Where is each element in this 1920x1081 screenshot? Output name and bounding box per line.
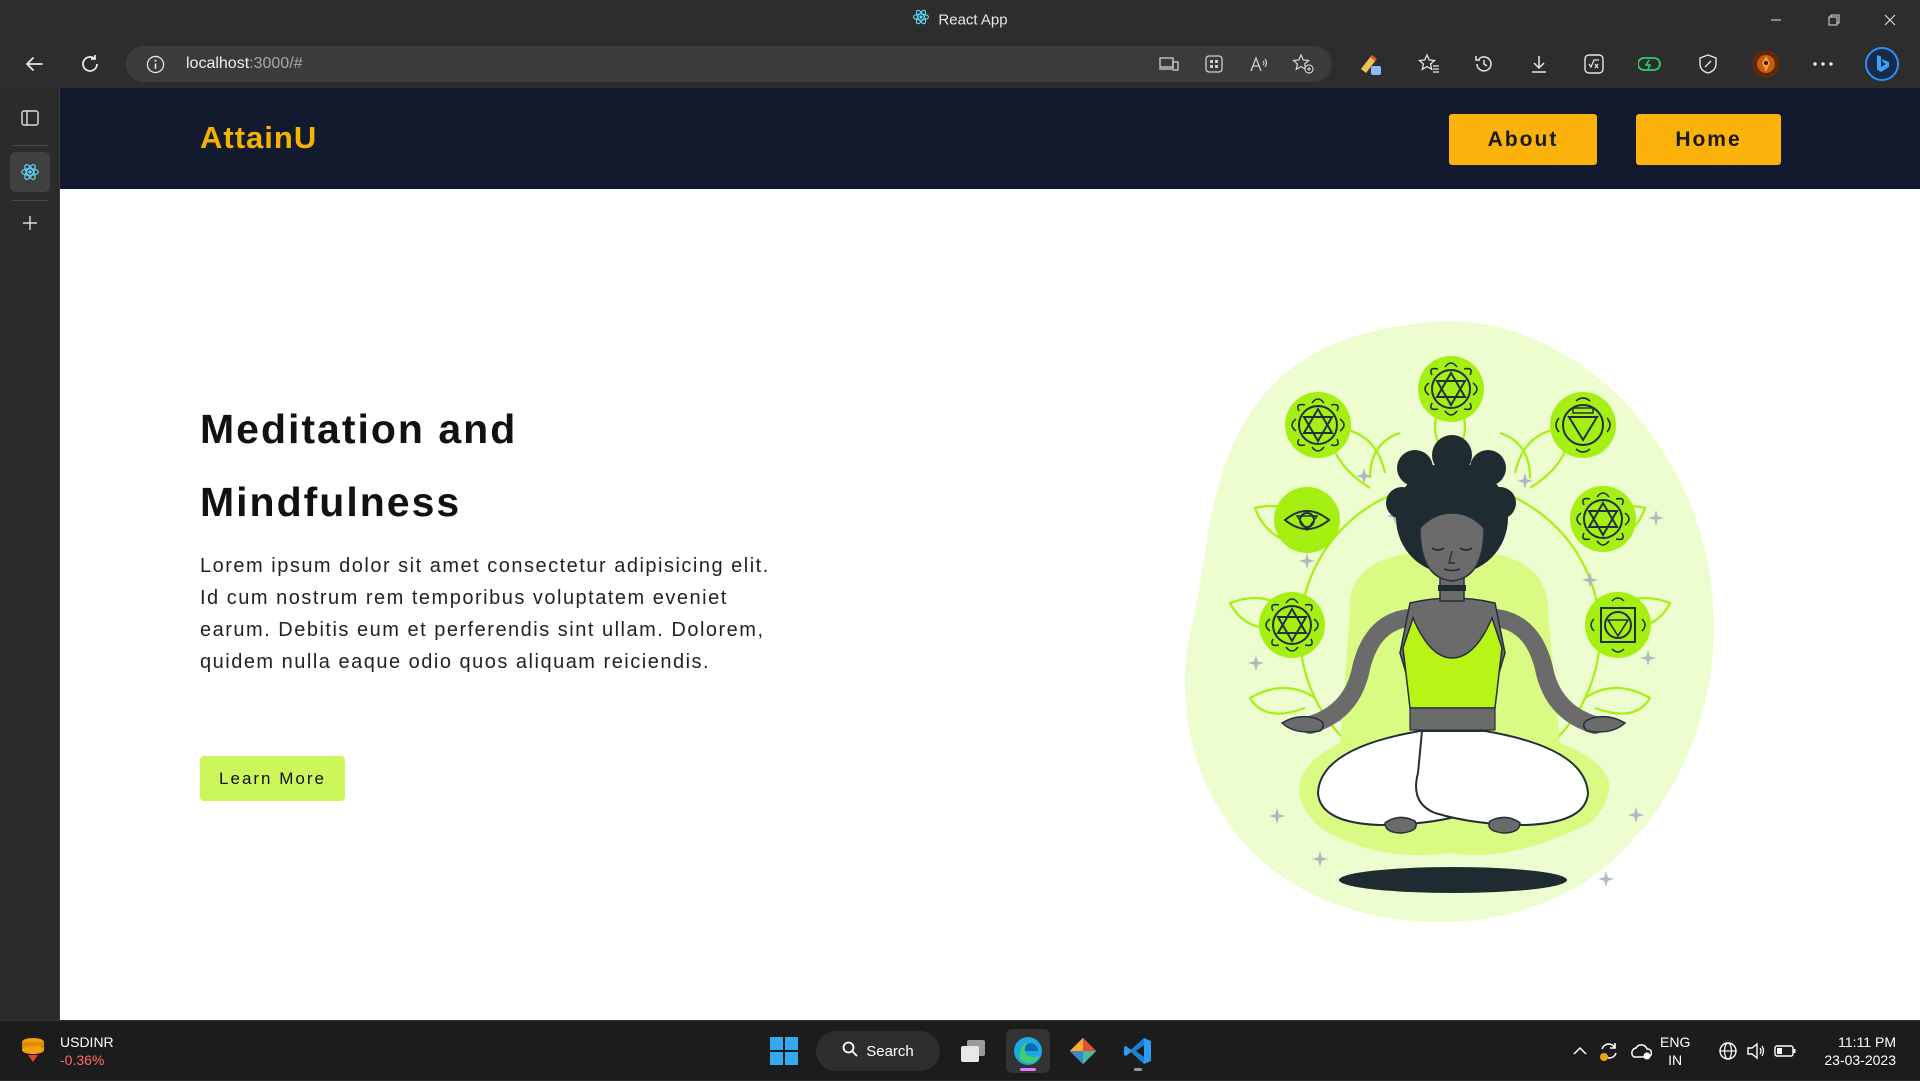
refresh-button[interactable] bbox=[72, 46, 108, 82]
window-title: React App bbox=[0, 8, 1920, 30]
address-bar[interactable]: localhost:3000/# bbox=[126, 46, 1332, 82]
show-hidden-icons[interactable] bbox=[1568, 1021, 1592, 1081]
minimize-button[interactable] bbox=[1748, 0, 1804, 40]
git-kraken-icon[interactable] bbox=[1061, 1029, 1105, 1073]
url-host: localhost bbox=[186, 55, 250, 72]
learn-more-button[interactable]: Learn More bbox=[200, 756, 345, 801]
vscode-icon[interactable] bbox=[1116, 1029, 1160, 1073]
search-icon bbox=[842, 1041, 858, 1061]
browser-toolbar: localhost:3000/# bbox=[0, 40, 1920, 88]
about-button[interactable]: About bbox=[1449, 114, 1597, 165]
region-code: IN bbox=[1668, 1052, 1683, 1068]
stock-widget[interactable]: USDINR -0.36% bbox=[18, 1031, 114, 1071]
language-code: ENG bbox=[1660, 1034, 1691, 1050]
edge-taskbar-icon[interactable] bbox=[1006, 1029, 1050, 1073]
info-icon[interactable] bbox=[146, 55, 165, 79]
tab-react-app[interactable] bbox=[10, 152, 50, 192]
add-favorite-icon[interactable] bbox=[1292, 54, 1314, 74]
volume-icon[interactable] bbox=[1744, 1021, 1768, 1081]
vertical-side-rail bbox=[0, 88, 60, 1020]
tab-actions-icon[interactable] bbox=[10, 98, 50, 138]
hero-title: Meditation and Mindfulness bbox=[200, 406, 518, 525]
math-solver-icon[interactable] bbox=[1576, 46, 1612, 82]
restore-button[interactable] bbox=[1806, 0, 1862, 40]
sync-icon[interactable] bbox=[1596, 1021, 1622, 1081]
history-icon[interactable] bbox=[1466, 46, 1502, 82]
clock-date: 23-03-2023 bbox=[1824, 1052, 1896, 1068]
battery-icon[interactable] bbox=[1772, 1021, 1798, 1081]
favorites-icon[interactable] bbox=[1411, 46, 1447, 82]
bing-copilot-icon[interactable] bbox=[1864, 46, 1900, 82]
network-globe-icon[interactable] bbox=[1716, 1021, 1740, 1081]
hero-description: Lorem ipsum dolor sit amet consectetur a… bbox=[200, 555, 770, 673]
react-icon bbox=[912, 8, 930, 30]
system-clock[interactable]: 11:11 PM 23-03-2023 bbox=[1808, 1033, 1896, 1069]
read-aloud-icon[interactable] bbox=[1248, 54, 1270, 74]
title-bar: React App bbox=[0, 0, 1920, 40]
close-button[interactable] bbox=[1862, 0, 1918, 40]
browser-essentials-icon[interactable] bbox=[1690, 46, 1726, 82]
url-path: :3000/# bbox=[249, 55, 303, 72]
meditation-illustration bbox=[1185, 321, 1714, 923]
input-language[interactable]: ENG IN bbox=[1660, 1033, 1690, 1069]
windows-taskbar: USDINR -0.36% Search ENG IN 11:11 PM 23-… bbox=[0, 1020, 1920, 1080]
stock-symbol: USDINR bbox=[60, 1034, 114, 1050]
search-label: Search bbox=[866, 1042, 914, 1060]
stock-change: -0.36% bbox=[60, 1052, 105, 1068]
battery-saver-icon[interactable] bbox=[1632, 46, 1668, 82]
onedrive-icon[interactable] bbox=[1626, 1021, 1654, 1081]
currency-icon bbox=[18, 1034, 48, 1069]
taskbar-search[interactable]: Search bbox=[816, 1031, 940, 1071]
home-button[interactable]: Home bbox=[1636, 114, 1781, 165]
extension-paint-icon[interactable] bbox=[1352, 46, 1388, 82]
clock-time: 11:11 PM bbox=[1838, 1034, 1896, 1050]
back-button[interactable] bbox=[16, 46, 52, 82]
more-options-icon[interactable] bbox=[1805, 46, 1841, 82]
task-view-icon[interactable] bbox=[951, 1029, 995, 1073]
start-button[interactable] bbox=[762, 1029, 806, 1073]
page-viewport: AttainU About Home Meditation and Mindfu… bbox=[60, 88, 1920, 1020]
apps-icon[interactable] bbox=[1203, 54, 1225, 74]
rail-divider bbox=[12, 200, 48, 201]
new-tab-icon[interactable] bbox=[10, 203, 50, 243]
device-icon[interactable] bbox=[1158, 54, 1180, 74]
rail-divider bbox=[12, 145, 48, 146]
downloads-icon[interactable] bbox=[1521, 46, 1557, 82]
url-text[interactable]: localhost:3000/# bbox=[186, 55, 303, 73]
window-title-text: React App bbox=[938, 11, 1008, 29]
profile-avatar[interactable] bbox=[1748, 46, 1784, 82]
site-navbar: AttainU About Home bbox=[60, 88, 1920, 189]
brand-logo[interactable]: AttainU bbox=[200, 120, 317, 156]
